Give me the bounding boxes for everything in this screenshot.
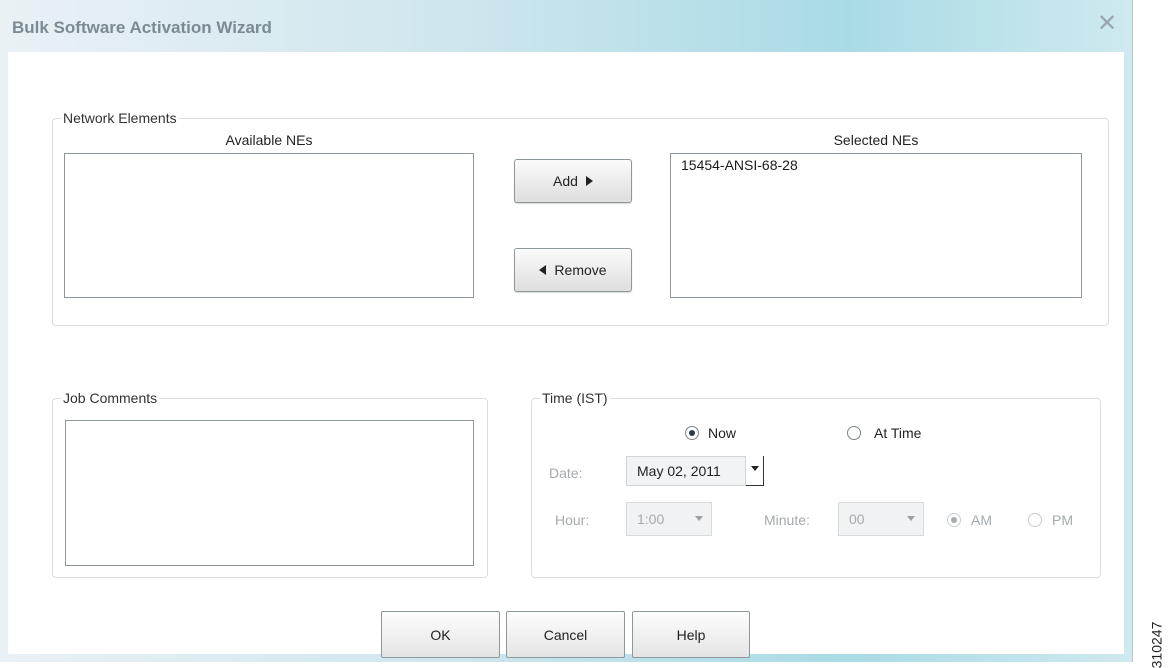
help-button-label: Help	[676, 626, 706, 643]
time-group: Time (IST)	[531, 390, 1101, 578]
ok-button[interactable]: OK	[381, 611, 500, 658]
help-button[interactable]: Help	[632, 611, 750, 658]
list-item[interactable]: 15454-ANSI-68-28	[681, 157, 798, 173]
minute-select[interactable]: 00	[838, 502, 924, 536]
pm-label: PM	[1052, 512, 1073, 528]
arrow-right-icon	[585, 176, 593, 186]
arrow-left-icon	[539, 265, 547, 275]
date-dropdown-button[interactable]	[746, 456, 764, 486]
add-button-label: Add	[553, 173, 578, 189]
hour-select[interactable]: 1:00	[626, 502, 712, 536]
now-radio[interactable]	[685, 426, 699, 440]
chevron-down-icon	[751, 466, 759, 471]
job-comments-textarea[interactable]	[65, 420, 474, 566]
title-bar: Bulk Software Activation Wizard ✕	[0, 0, 1132, 52]
figure-id: 310247	[1147, 621, 1165, 668]
network-elements-legend: Network Elements	[63, 110, 177, 126]
now-label: Now	[708, 425, 737, 441]
date-label: Date:	[549, 465, 583, 481]
chevron-down-icon	[695, 516, 703, 521]
cancel-button[interactable]: Cancel	[506, 611, 625, 658]
available-nes-list[interactable]	[64, 153, 474, 298]
window-title: Bulk Software Activation Wizard	[12, 18, 272, 37]
remove-button[interactable]: Remove	[514, 248, 632, 292]
chevron-down-icon	[907, 516, 915, 521]
am-radio[interactable]	[947, 513, 961, 527]
selected-nes-header: Selected NEs	[833, 132, 919, 148]
cancel-button-label: Cancel	[543, 626, 588, 643]
minute-value: 00	[849, 511, 865, 527]
date-value: May 02, 2011	[637, 463, 721, 479]
date-field[interactable]: May 02, 2011	[626, 456, 746, 486]
hour-value: 1:00	[637, 511, 665, 527]
close-icon[interactable]: ✕	[1097, 12, 1117, 36]
remove-button-label: Remove	[554, 262, 607, 278]
wizard-window: Bulk Software Activation Wizard ✕ Networ…	[0, 0, 1133, 662]
figure-id-label: 310247	[1148, 621, 1165, 668]
available-nes-header: Available NEs	[225, 132, 313, 148]
job-comments-legend: Job Comments	[63, 390, 158, 406]
time-legend: Time (IST)	[542, 390, 608, 406]
hour-label: Hour:	[555, 512, 590, 528]
at-time-label: At Time	[874, 425, 922, 441]
ok-button-label: OK	[430, 626, 451, 643]
am-label: AM	[971, 512, 992, 528]
pm-radio[interactable]	[1028, 513, 1042, 527]
wizard-content: Network Elements Available NEs Add Remov…	[8, 52, 1124, 658]
add-button[interactable]: Add	[514, 159, 632, 203]
selected-nes-list[interactable]: 15454-ANSI-68-28	[670, 153, 1082, 298]
at-time-radio[interactable]	[847, 426, 861, 440]
minute-label: Minute:	[764, 512, 810, 528]
